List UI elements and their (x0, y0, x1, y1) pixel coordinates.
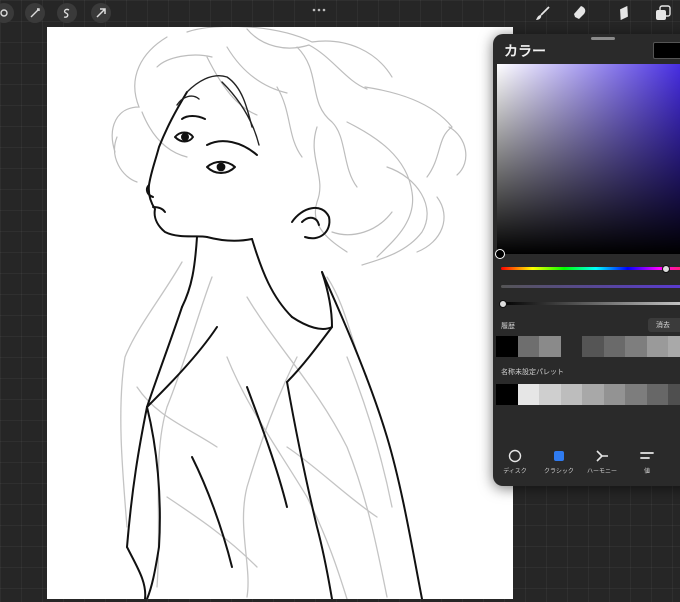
sketch-drawing (111, 27, 467, 599)
classic-square-icon (554, 451, 564, 461)
clear-history-button[interactable]: 消去 (648, 318, 680, 332)
panel-grabber[interactable] (591, 37, 615, 40)
brightness-slider-knob[interactable] (498, 300, 507, 308)
disc-icon (508, 449, 522, 463)
hue-slider[interactable] (501, 265, 680, 273)
history-label: 履歴 (501, 322, 515, 330)
history-swatch[interactable] (560, 336, 582, 357)
saturation-slider[interactable] (501, 285, 680, 288)
tab-value-label: 値 (643, 468, 650, 475)
history-swatch[interactable] (625, 336, 647, 357)
history-swatch[interactable] (582, 336, 604, 357)
saturation-brightness-picker[interactable] (495, 64, 680, 259)
transform-icon[interactable] (57, 3, 77, 23)
tab-harmony[interactable]: ハーモニー (582, 449, 622, 475)
value-sliders-icon (640, 452, 654, 459)
palette-label: 名称未設定パレット (501, 368, 564, 376)
tab-classic-label: クラシック (544, 468, 574, 475)
tab-classic[interactable]: クラシック (539, 449, 579, 475)
color-mode-tabs: ディスク クラシック ハーモニー 値 (493, 449, 680, 486)
brightness-slider[interactable] (498, 300, 680, 308)
palette-swatch[interactable] (496, 384, 518, 405)
brush-icon[interactable] (533, 3, 553, 23)
history-swatch[interactable] (496, 336, 518, 357)
hue-slider-knob[interactable] (662, 265, 671, 273)
palette-swatch[interactable] (625, 384, 647, 405)
history-swatch[interactable] (603, 336, 625, 357)
current-color-swatch[interactable] (653, 42, 680, 59)
color-panel: カラー 履歴 消去 名称未設定パレット ディスク クラシック ハーモニー 値 (493, 34, 680, 486)
history-swatch[interactable] (539, 336, 561, 357)
selection-icon[interactable] (25, 3, 45, 23)
eraser-icon[interactable] (614, 3, 634, 23)
palette-swatch[interactable] (646, 384, 668, 405)
layers-icon[interactable] (653, 3, 673, 23)
palette-swatch[interactable] (560, 384, 582, 405)
palette-swatch[interactable] (603, 384, 625, 405)
palette-swatch[interactable] (668, 384, 680, 405)
history-swatches (496, 336, 680, 357)
palette-swatch[interactable] (582, 384, 604, 405)
palette-swatches (496, 384, 680, 405)
history-swatch[interactable] (646, 336, 668, 357)
tab-value[interactable]: 値 (627, 449, 667, 475)
top-toolbar (0, 0, 680, 26)
smudge-icon[interactable] (570, 3, 590, 23)
history-swatch[interactable] (668, 336, 680, 357)
palette-swatch[interactable] (517, 384, 539, 405)
harmony-icon (596, 450, 608, 462)
tab-harmony-label: ハーモニー (586, 468, 617, 475)
drawing-canvas[interactable] (47, 27, 513, 599)
more-dots-icon[interactable] (309, 0, 329, 20)
adjustments-icon[interactable] (0, 3, 14, 23)
move-arrow-icon[interactable] (91, 3, 111, 23)
panel-title: カラー (504, 44, 546, 60)
picker-knob[interactable] (495, 249, 505, 259)
tab-disc[interactable]: ディスク (495, 449, 535, 475)
history-swatch[interactable] (517, 336, 539, 357)
tab-disc-label: ディスク (503, 468, 527, 475)
palette-swatch[interactable] (539, 384, 561, 405)
